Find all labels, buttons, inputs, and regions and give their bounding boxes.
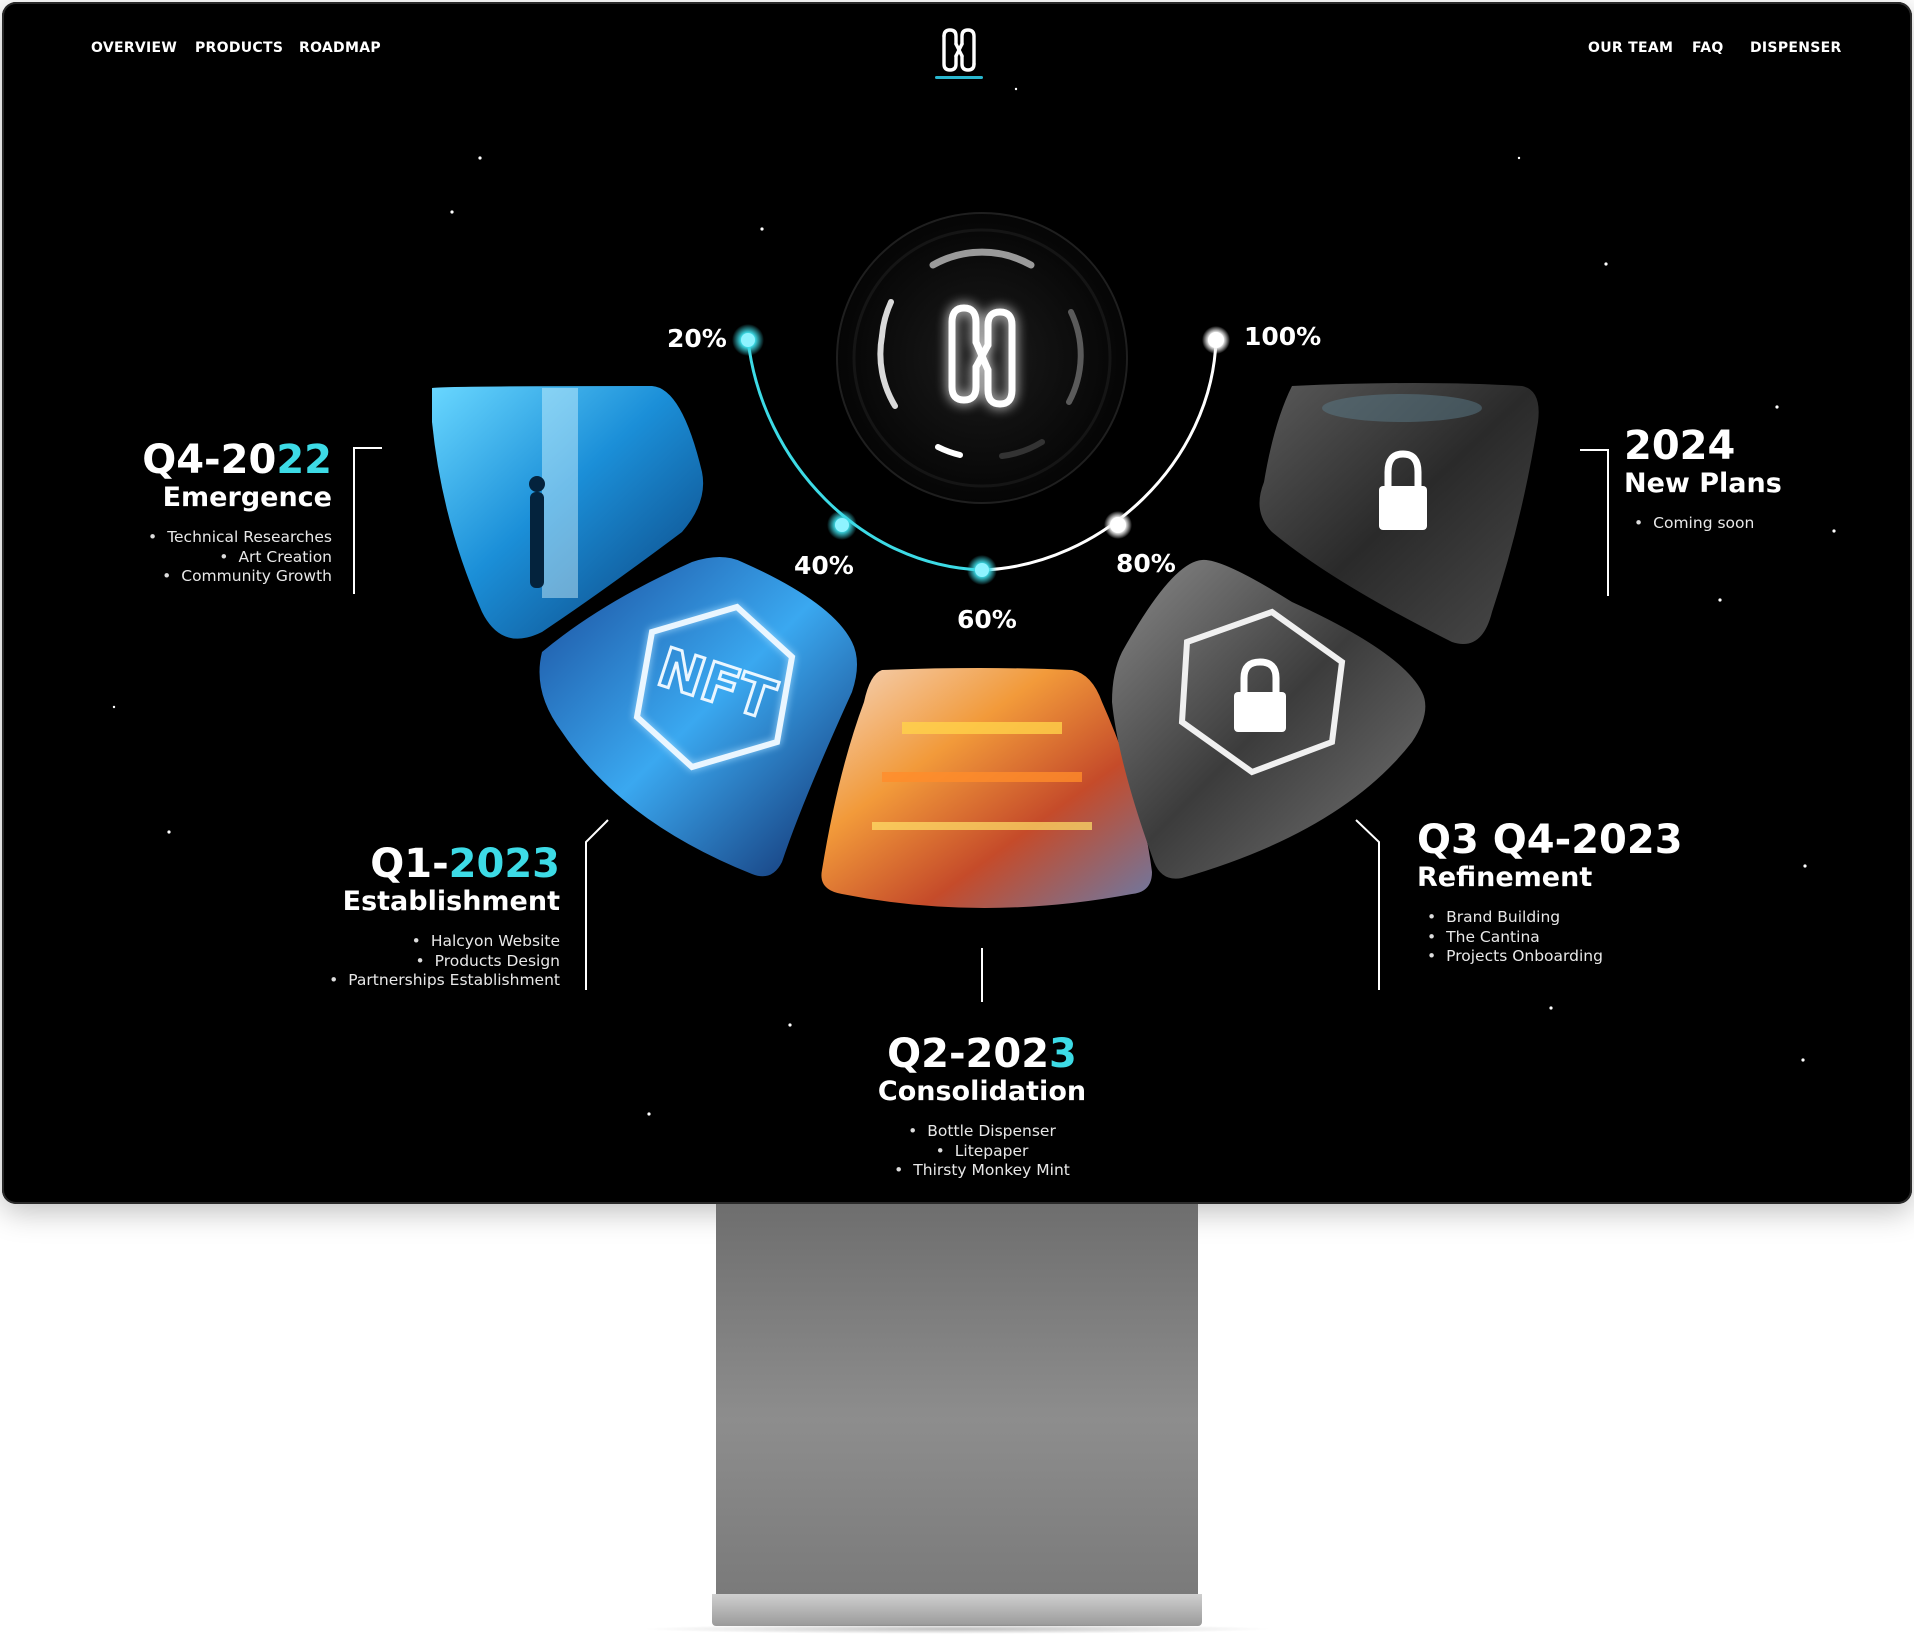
tile-2024 — [1259, 383, 1539, 644]
list-item: Halcyon Website — [329, 932, 560, 952]
roadmap-graphic: NFT — [112, 87, 1836, 1116]
phase-title: Refinement — [1417, 862, 1593, 893]
nav-faq[interactable]: FAQ — [1692, 40, 1724, 56]
list-item: Technical Researches — [142, 528, 332, 548]
list-item: Products Design — [329, 952, 560, 972]
progress-label-60: 60% — [957, 605, 1017, 634]
active-nav-indicator — [935, 76, 983, 79]
nav-our-team[interactable]: OUR TEAM — [1588, 40, 1673, 56]
list-item: The Cantina — [1427, 928, 1683, 948]
phase-items: Coming soon — [1634, 514, 1782, 534]
list-item: Community Growth — [142, 567, 332, 587]
tile-q2-2023 — [821, 668, 1152, 908]
phase-date: Q3 Q4-2023 — [1417, 817, 1683, 863]
progress-label-100: 100% — [1244, 322, 1322, 351]
brand-logo-icon[interactable] — [934, 22, 984, 78]
phase-q4-2022: Q4-2022 Emergence Technical Researches A… — [142, 438, 332, 587]
phase-title: Establishment — [342, 886, 560, 917]
phase-title: New Plans — [1624, 468, 1782, 499]
tile-q1-2023: NFT — [539, 557, 857, 877]
nav-dispenser[interactable]: DISPENSER — [1750, 40, 1842, 56]
phase-date: Q2-2023 — [887, 1031, 1077, 1077]
list-item: Projects Onboarding — [1427, 947, 1683, 967]
phase-items: Brand Building The Cantina Projects Onbo… — [1427, 908, 1683, 967]
list-item: Art Creation — [142, 548, 332, 568]
stand-shadow — [640, 1624, 1274, 1634]
progress-label-20: 20% — [667, 324, 727, 353]
monitor-screen: NFT OVERVIEW PRODUCTS ROADMAP OUR TEAM F… — [2, 2, 1912, 1204]
list-item: Partnerships Establishment — [329, 971, 560, 991]
phase-date: 2024 — [1624, 423, 1736, 469]
phase-items: Technical Researches Art Creation Commun… — [142, 528, 332, 587]
nav-overview[interactable]: OVERVIEW — [91, 40, 177, 56]
phase-q3q4-2023: Q3 Q4-2023 Refinement Brand Building The… — [1417, 818, 1683, 967]
center-core — [836, 212, 1128, 504]
phase-title: Consolidation — [877, 1076, 1087, 1107]
phase-title: Emergence — [162, 482, 332, 513]
list-item: Litepaper — [782, 1142, 1182, 1162]
tile-q3q4-2023 — [1112, 559, 1426, 879]
progress-label-40: 40% — [794, 551, 854, 580]
phase-date: Q4-2022 — [142, 437, 332, 483]
progress-label-80: 80% — [1116, 549, 1176, 578]
list-item: Bottle Dispenser — [782, 1122, 1182, 1142]
nav-products[interactable]: PRODUCTS — [195, 40, 283, 56]
phase-q2-2023: Q2-2023 Consolidation Bottle Dispenser L… — [782, 1032, 1182, 1181]
phase-date: Q1-2023 — [370, 841, 560, 887]
list-item: Brand Building — [1427, 908, 1683, 928]
monitor-stand — [716, 1204, 1198, 1596]
monitor-stand-base — [712, 1594, 1202, 1626]
phase-items: Halcyon Website Products Design Partners… — [329, 932, 560, 991]
phase-items: Bottle Dispenser Litepaper Thirsty Monke… — [782, 1122, 1182, 1181]
list-item: Coming soon — [1634, 514, 1782, 534]
phase-2024: 2024 New Plans Coming soon — [1624, 424, 1782, 534]
nav-roadmap[interactable]: ROADMAP — [299, 40, 381, 56]
list-item: Thirsty Monkey Mint — [782, 1161, 1182, 1181]
phase-q1-2023: Q1-2023 Establishment Halcyon Website Pr… — [329, 842, 560, 991]
